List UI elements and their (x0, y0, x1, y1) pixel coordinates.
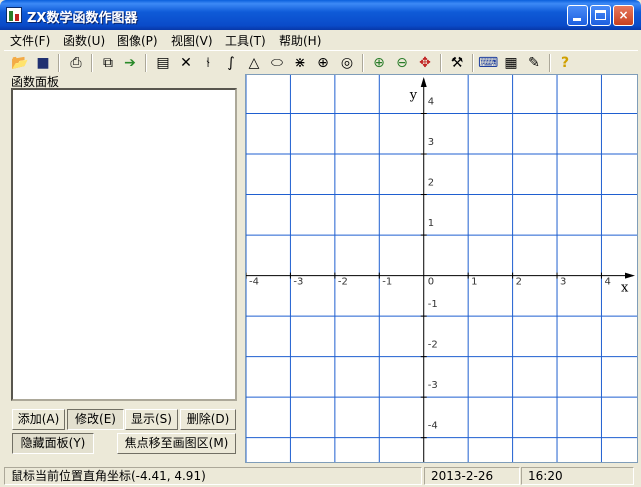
modify-button[interactable]: 修改(E) (67, 409, 124, 430)
save-icon[interactable]: ■ (33, 53, 53, 73)
y-axis-label: y (409, 88, 418, 103)
menu-bar: 文件(F) 函数(U) 图像(P) 视图(V) 工具(T) 帮助(H) (0, 30, 641, 49)
move-icon[interactable]: ✥ (415, 53, 435, 73)
status-date: 2013-2-26 (424, 467, 520, 485)
function-list[interactable] (11, 88, 237, 401)
delete-button[interactable]: 删除(D) (180, 409, 236, 430)
calculator-icon[interactable]: ▤ (153, 53, 173, 73)
show-button[interactable]: 显示(S) (125, 409, 178, 430)
menu-view[interactable]: 视图(V) (171, 32, 213, 49)
delete-icon[interactable]: ✕ (176, 53, 196, 73)
settings-icon[interactable]: ✎ (524, 53, 544, 73)
print-icon[interactable]: ⎙ (66, 53, 86, 73)
ellipse-icon[interactable]: ⬭ (267, 53, 287, 73)
toolbar: 📂 ■ ⎙ ⧉ ➔ ▤ ✕ ⫮ ∫ △ ⬭ ⋇ ⊕ ◎ ⊕ ⊖ ✥ ⚒ ⌨ ▦ … (4, 50, 638, 75)
x-axis-arrow (625, 272, 635, 279)
x-tick-label: 4 (604, 277, 610, 288)
menu-function[interactable]: 函数(U) (63, 32, 105, 49)
y-tick-label: -1 (428, 299, 438, 310)
y-axis-arrow (420, 77, 427, 87)
polar-icon[interactable]: ◎ (337, 53, 357, 73)
keyboard-icon[interactable]: ⌨ (478, 53, 498, 73)
menu-image[interactable]: 图像(P) (117, 32, 158, 49)
derivative-icon[interactable]: ⫮ (198, 53, 218, 73)
hyperbola-icon[interactable]: ⋇ (290, 53, 310, 73)
menu-help[interactable]: 帮助(H) (279, 32, 321, 49)
x-axis-label: x (621, 281, 629, 296)
hide-panel-button[interactable]: 隐藏面板(Y) (12, 433, 94, 454)
window-title: ZX数学函数作图器 (27, 11, 138, 26)
x-tick-label: 2 (516, 277, 522, 288)
parabola-icon[interactable]: ⊕ (313, 53, 333, 73)
main-window: ZX数学函数作图器 × 文件(F) 函数(U) 图像(P) 视图(V) 工具(T… (0, 0, 641, 487)
y-tick-label: 3 (428, 137, 434, 148)
toolbar-separator (472, 54, 474, 72)
menu-file[interactable]: 文件(F) (10, 32, 50, 49)
x-tick-label: -3 (293, 277, 303, 288)
x-tick-label: -1 (382, 277, 392, 288)
app-icon[interactable] (6, 7, 22, 23)
y-tick-label: 1 (428, 218, 434, 229)
zoom-out-icon[interactable]: ⊖ (392, 53, 412, 73)
triangle-icon[interactable]: △ (244, 53, 264, 73)
coordinate-plane[interactable]: x y -4 -3 -2 -1 1 2 3 4 4 3 2 1 -1 -2 -3 -4 0 (246, 75, 637, 462)
status-bar: 鼠标当前位置直角坐标(-4.41, 4.91) 2013-2-26 16:20 (0, 465, 641, 487)
integral-icon[interactable]: ∫ (221, 53, 241, 73)
title-bar[interactable]: ZX数学函数作图器 × (0, 0, 641, 30)
toolbar-separator (58, 54, 60, 72)
x-tick-label: 1 (471, 277, 477, 288)
toolbar-separator (91, 54, 93, 72)
zoom-in-icon[interactable]: ⊕ (369, 53, 389, 73)
toolbar-separator (362, 54, 364, 72)
y-tick-label: -2 (428, 340, 438, 351)
toolbar-separator (440, 54, 442, 72)
add-button[interactable]: 添加(A) (12, 409, 65, 430)
y-tick-label: 2 (428, 178, 434, 189)
menu-tools[interactable]: 工具(T) (225, 32, 266, 49)
y-tick-label: -4 (428, 421, 438, 432)
close-button[interactable]: × (613, 5, 634, 26)
x-tick-label: -4 (249, 277, 259, 288)
help-icon[interactable]: ? (555, 53, 575, 73)
minimize-icon (573, 18, 581, 21)
copy-icon[interactable]: ⧉ (98, 53, 118, 73)
toolbar-separator (549, 54, 551, 72)
origin-label: 0 (428, 277, 434, 288)
focus-graph-button[interactable]: 焦点移至画图区(M) (117, 433, 236, 454)
y-tick-label: -3 (428, 380, 438, 391)
status-coords: 鼠标当前位置直角坐标(-4.41, 4.91) (4, 467, 422, 485)
tools-icon[interactable]: ⚒ (447, 53, 467, 73)
maximize-button[interactable] (590, 5, 611, 26)
x-tick-label: 3 (560, 277, 566, 288)
toolbar-separator (145, 54, 147, 72)
minimize-button[interactable] (567, 5, 588, 26)
status-time: 16:20 (521, 467, 634, 485)
maximize-icon (595, 10, 606, 20)
y-tick-label: 4 (428, 96, 434, 107)
graph-area[interactable]: x y -4 -3 -2 -1 1 2 3 4 4 3 2 1 -1 -2 -3 -4 0 (245, 74, 638, 463)
table-icon[interactable]: ▦ (501, 53, 521, 73)
x-tick-label: -2 (338, 277, 348, 288)
open-icon[interactable]: 📂 (10, 53, 30, 73)
export-icon[interactable]: ➔ (120, 53, 140, 73)
